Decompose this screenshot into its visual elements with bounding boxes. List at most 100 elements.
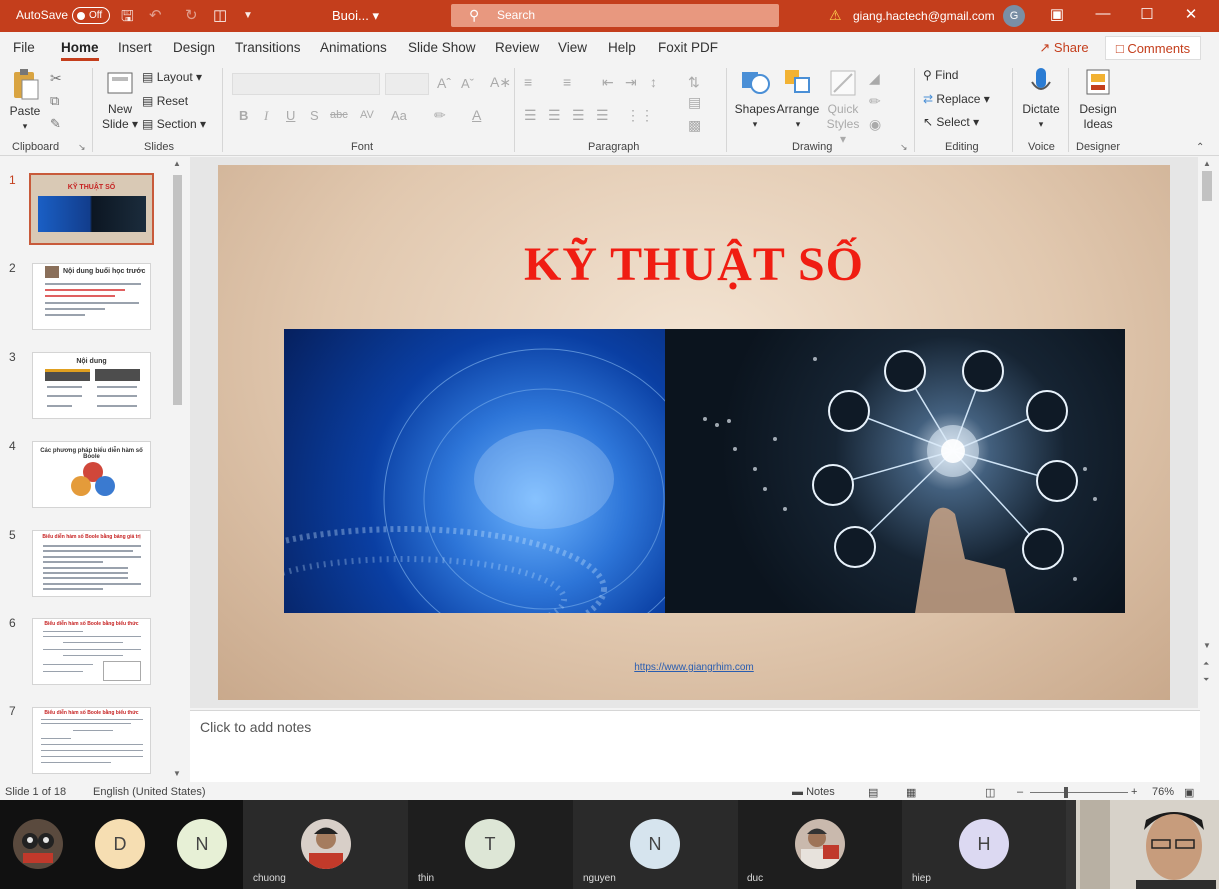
ribbon-display-icon[interactable]: ▣: [1047, 5, 1067, 23]
notes-button[interactable]: ▬ Notes: [792, 786, 835, 798]
decrease-indent-icon[interactable]: ⇤: [602, 74, 614, 91]
participant-tile[interactable]: chuong: [243, 800, 408, 889]
customize-qat-icon[interactable]: ▼: [243, 10, 253, 21]
scrollbar-thumb[interactable]: [173, 175, 182, 405]
collapse-ribbon-icon[interactable]: ⌃: [1196, 142, 1204, 153]
align-right-icon[interactable]: ☰: [572, 107, 585, 124]
font-name-combo[interactable]: [232, 73, 380, 95]
paste-button[interactable]: Paste ▾: [6, 68, 44, 134]
columns-icon[interactable]: ⋮⋮: [626, 107, 654, 124]
shapes-button[interactable]: Shapes ▾: [734, 66, 776, 132]
tab-foxit-pdf[interactable]: Foxit PDF: [658, 40, 718, 55]
shape-outline-icon[interactable]: ✏: [869, 93, 881, 110]
tab-review[interactable]: Review: [495, 40, 539, 55]
increase-font-icon[interactable]: Aˆ: [437, 75, 451, 91]
slide-thumbnail-5[interactable]: Biểu diễn hàm số Boole bằng bảng giá trị: [32, 530, 151, 597]
participant-tile[interactable]: T thin: [408, 800, 573, 889]
scrollbar-thumb[interactable]: [1202, 171, 1212, 201]
align-text-icon[interactable]: ▤: [688, 94, 701, 111]
participant-tile[interactable]: duc: [738, 800, 902, 889]
cut-icon[interactable]: ✂: [50, 70, 62, 87]
zoom-out-icon[interactable]: –: [1017, 786, 1023, 798]
clear-format-icon[interactable]: A∗: [490, 74, 511, 91]
participant-tile[interactable]: N nguyen: [573, 800, 738, 889]
tab-slide-show[interactable]: Slide Show: [408, 40, 476, 55]
save-icon[interactable]: 🖫: [121, 6, 134, 31]
participant-tile[interactable]: N: [161, 800, 243, 889]
zoom-in-icon[interactable]: +: [1131, 786, 1137, 798]
format-painter-icon[interactable]: ✎: [50, 116, 61, 132]
minimize-icon[interactable]: —: [1093, 5, 1113, 22]
italic-button[interactable]: I: [264, 108, 268, 124]
close-icon[interactable]: ✕: [1181, 5, 1201, 23]
justify-icon[interactable]: ☰: [596, 107, 609, 124]
tab-animations[interactable]: Animations: [320, 40, 387, 55]
current-slide[interactable]: KỸ THUẬT SỐ https://www.giangrhim.com: [218, 165, 1170, 700]
spacing-button[interactable]: AV: [360, 109, 374, 121]
tab-insert[interactable]: Insert: [118, 40, 152, 55]
reading-view-icon[interactable]: ◫: [985, 786, 995, 799]
participant-tile[interactable]: H hiep: [902, 800, 1066, 889]
align-left-icon[interactable]: ☰: [524, 107, 537, 124]
thumbnails-scrollbar[interactable]: ▲ ▼: [170, 157, 184, 784]
drawing-launcher-icon[interactable]: ↘: [900, 142, 908, 153]
line-spacing-icon[interactable]: ↕: [650, 74, 657, 90]
slide-sorter-icon[interactable]: ▦: [906, 786, 916, 799]
highlight-icon[interactable]: ✏: [434, 107, 446, 124]
quick-styles-button[interactable]: Quick Styles ▾: [822, 66, 864, 147]
tab-file[interactable]: File: [13, 40, 35, 55]
strikethrough-button[interactable]: abc: [330, 109, 348, 121]
increase-indent-icon[interactable]: ⇥: [625, 74, 637, 91]
text-direction-icon[interactable]: ⇅: [688, 74, 700, 91]
decrease-font-icon[interactable]: Aˇ: [461, 76, 474, 91]
reset-button[interactable]: ▤ Reset: [142, 94, 188, 108]
slide-scrollbar[interactable]: ▲ ▼ ⏶ ⏷: [1198, 157, 1219, 708]
bold-button[interactable]: B: [239, 108, 248, 123]
layout-button[interactable]: ▤ Layout ▾: [142, 70, 202, 84]
arrange-button[interactable]: Arrange ▾: [776, 66, 820, 132]
replace-button[interactable]: ⇄ Replace ▾: [923, 92, 990, 106]
search-box[interactable]: ⚲ Search: [451, 4, 779, 27]
select-button[interactable]: ↖ Select ▾: [923, 115, 979, 129]
slide-link[interactable]: https://www.giangrhim.com: [218, 662, 1170, 673]
design-ideas-button[interactable]: Design Ideas: [1074, 66, 1122, 132]
slide-thumbnail-7[interactable]: Biểu diễn hàm số Boole bằng biểu thức: [32, 707, 151, 774]
change-case-button[interactable]: Aa: [391, 108, 407, 123]
document-title[interactable]: Buoi... ▾: [332, 8, 379, 24]
copy-icon[interactable]: ⧉: [50, 93, 59, 109]
undo-icon[interactable]: ↶: [149, 6, 162, 24]
font-color-icon[interactable]: A: [472, 107, 481, 123]
maximize-icon[interactable]: ☐: [1137, 5, 1157, 23]
warning-icon[interactable]: ⚠: [829, 7, 842, 24]
zoom-slider-thumb[interactable]: [1064, 787, 1068, 798]
shape-fill-icon[interactable]: ◢: [869, 70, 880, 87]
bullets-icon[interactable]: ≡: [524, 74, 532, 90]
tab-home[interactable]: Home: [61, 40, 99, 61]
slide-thumbnail-4[interactable]: Các phương pháp biểu diễn hàm số Boole: [32, 441, 151, 508]
tab-help[interactable]: Help: [608, 40, 636, 55]
slide-image[interactable]: [284, 329, 1125, 613]
numbering-icon[interactable]: ≡: [563, 74, 571, 90]
underline-button[interactable]: U: [286, 108, 295, 123]
slide-title[interactable]: KỸ THUẬT SỐ: [218, 237, 1170, 292]
zoom-slider[interactable]: [1030, 792, 1128, 793]
language-indicator[interactable]: English (United States): [93, 786, 206, 798]
clipboard-launcher-icon[interactable]: ↘: [78, 142, 86, 153]
account-avatar[interactable]: G: [1003, 5, 1025, 27]
zoom-level[interactable]: 76%: [1152, 786, 1174, 798]
font-size-combo[interactable]: [385, 73, 429, 95]
slide-thumbnail-3[interactable]: Nội dung: [32, 352, 151, 419]
shadow-button[interactable]: S: [310, 108, 319, 123]
comments-button[interactable]: □ Comments: [1105, 36, 1201, 60]
present-icon[interactable]: ◫: [213, 6, 227, 24]
normal-view-icon[interactable]: ▤: [868, 786, 878, 799]
shape-effects-icon[interactable]: ◉: [869, 116, 881, 133]
account-email[interactable]: giang.hactech@gmail.com: [853, 9, 995, 23]
tab-view[interactable]: View: [558, 40, 587, 55]
tab-transitions[interactable]: Transitions: [235, 40, 301, 55]
fit-slide-icon[interactable]: ▣: [1184, 786, 1194, 799]
redo-icon[interactable]: ↻: [185, 6, 198, 24]
notes-pane[interactable]: Click to add notes: [190, 710, 1200, 782]
find-button[interactable]: ⚲ Find: [923, 68, 958, 82]
autosave-toggle[interactable]: Off: [72, 7, 110, 24]
